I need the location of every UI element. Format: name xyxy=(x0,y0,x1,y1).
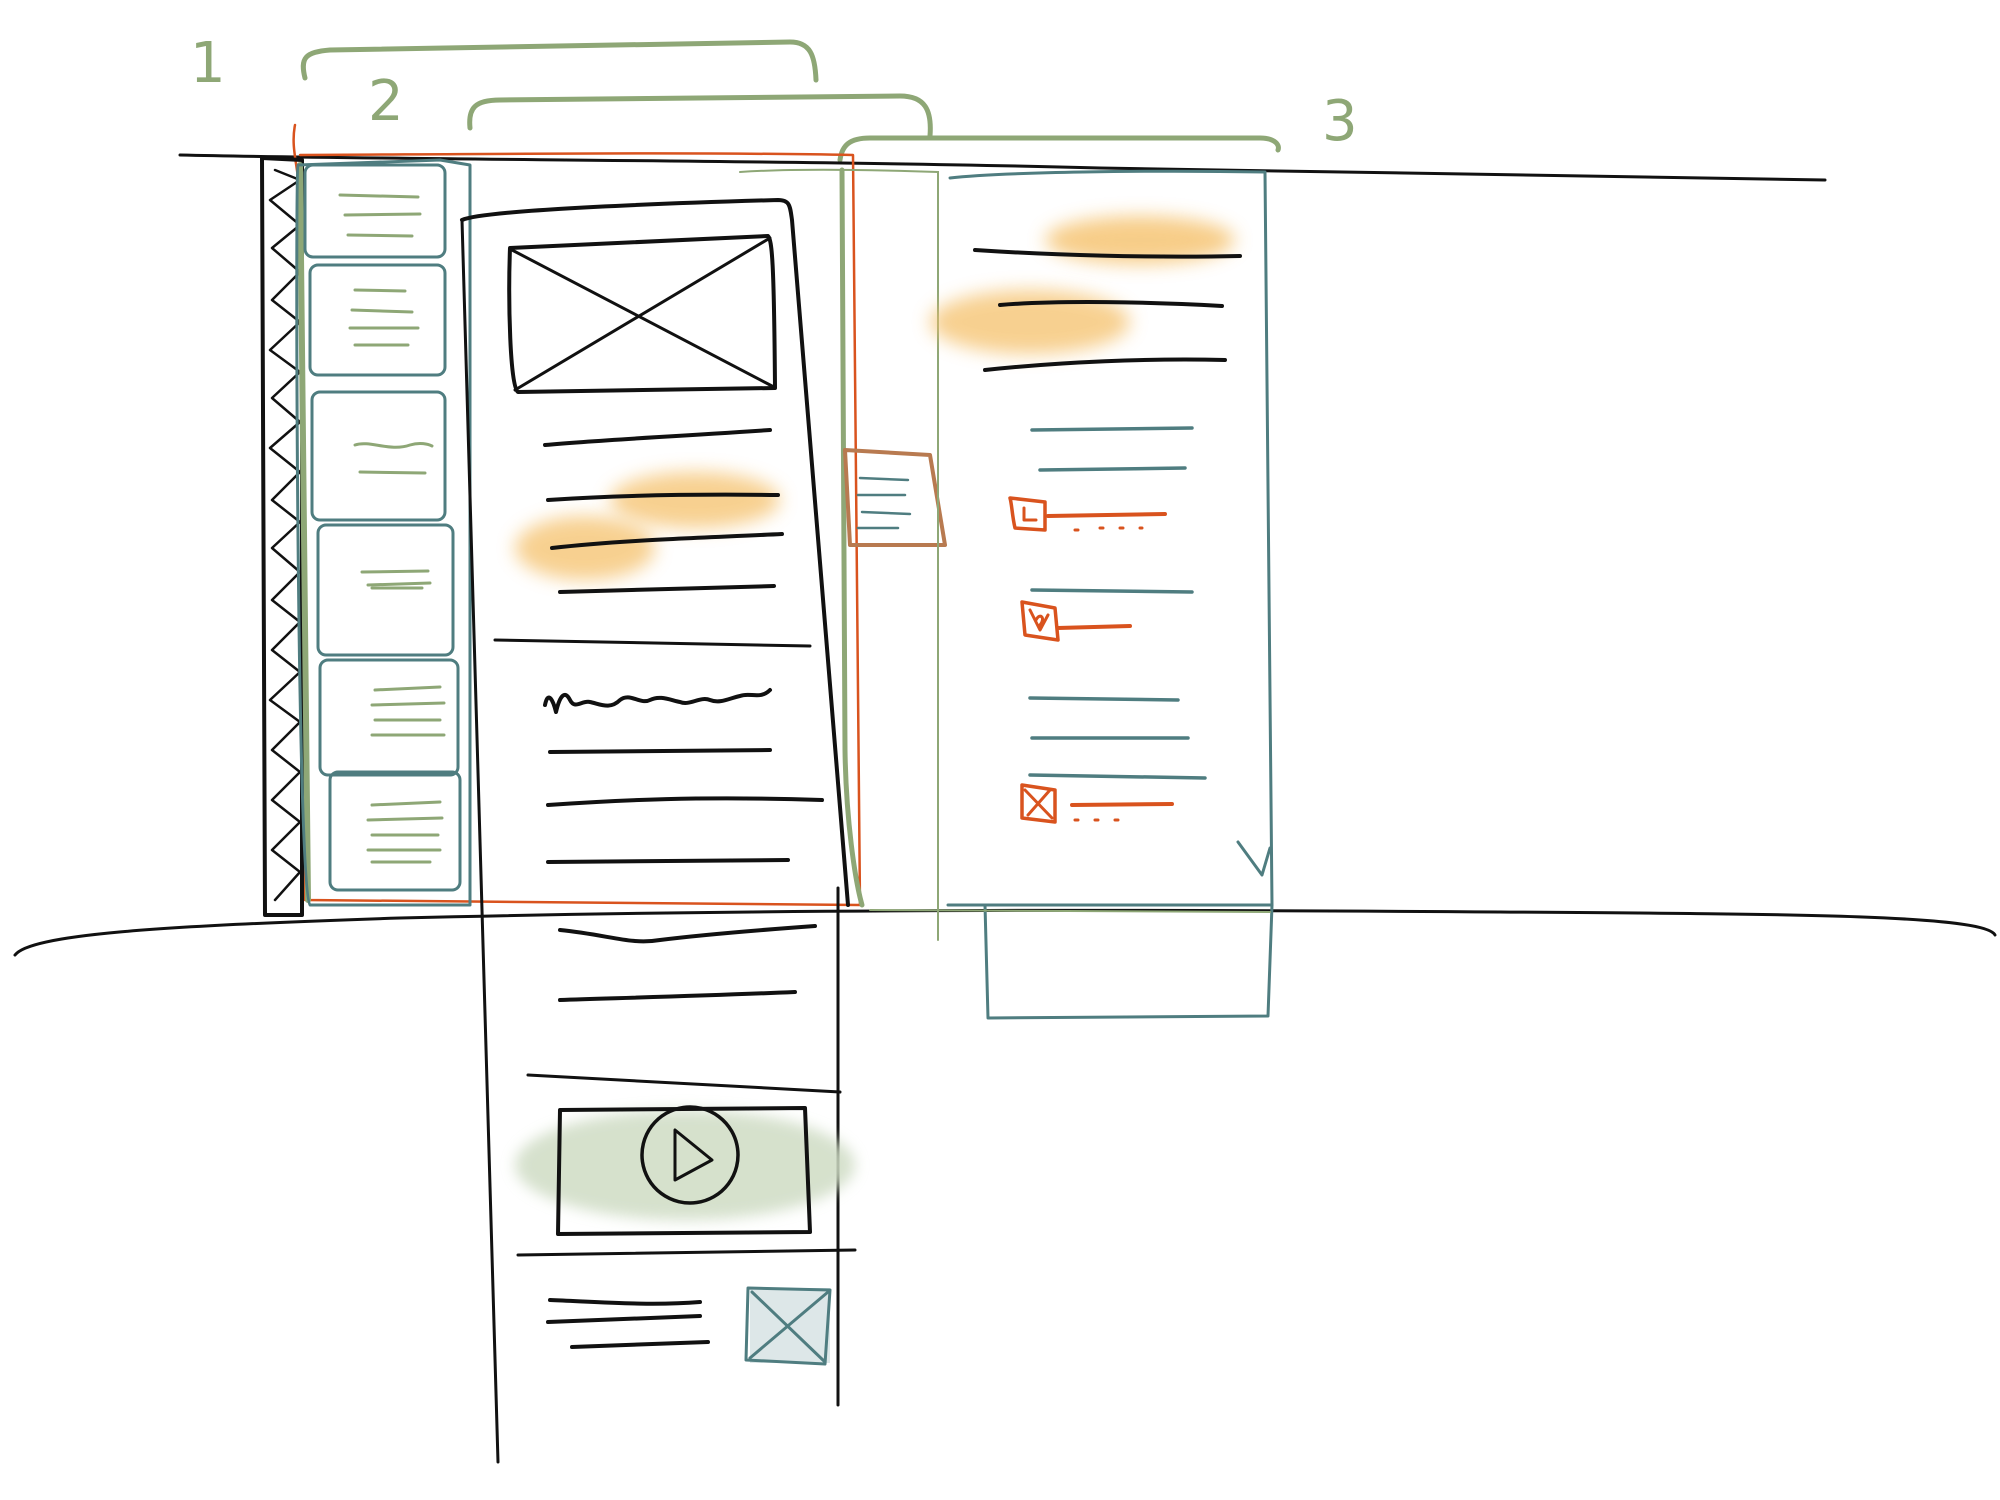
image-placeholder-icon xyxy=(507,234,777,394)
list-card[interactable] xyxy=(316,523,455,657)
section-divider xyxy=(493,638,812,648)
list-card[interactable] xyxy=(310,390,447,522)
detail-text-lines xyxy=(1030,426,1194,472)
list-card[interactable] xyxy=(328,770,462,892)
content-panel xyxy=(460,167,865,1464)
related-item[interactable] xyxy=(546,1286,832,1366)
column-label-2: 2 xyxy=(368,69,404,134)
list-card[interactable] xyxy=(308,263,447,377)
navigation-rail xyxy=(260,156,311,917)
column-label-3: 3 xyxy=(1322,89,1358,154)
squiggle-heading xyxy=(543,688,772,714)
highlight-marks xyxy=(930,216,1235,354)
detail-panel-frame xyxy=(946,169,1274,907)
list-card[interactable] xyxy=(318,658,460,777)
floating-widget[interactable] xyxy=(843,448,947,547)
wireframe-sketch: 1 2 3 xyxy=(0,0,2000,1500)
highlight-marks xyxy=(515,472,780,580)
sketch-canvas: 1 2 3 xyxy=(13,31,1997,1464)
thumbnail-placeholder-icon xyxy=(744,1286,832,1366)
bracket-column-3 xyxy=(837,135,1281,163)
checkbox-icon[interactable] xyxy=(1020,783,1057,824)
checkbox-icon[interactable] xyxy=(1020,600,1060,642)
text-block xyxy=(546,748,824,1002)
bracket-columns-2-3 xyxy=(467,93,933,139)
section-divider xyxy=(516,1248,857,1257)
list-card[interactable] xyxy=(303,163,447,259)
task-item[interactable] xyxy=(1008,496,1167,532)
task-item[interactable] xyxy=(1020,600,1132,642)
column-label-1: 1 xyxy=(190,31,226,96)
content-panel-left-edge xyxy=(460,218,500,1464)
viewport-top-line xyxy=(178,153,1827,182)
detail-panel-overflow xyxy=(983,903,1274,1020)
detail-panel-green-guide xyxy=(739,168,939,941)
column-brackets xyxy=(300,39,1281,163)
scroll-arrow-icon[interactable] xyxy=(1236,840,1272,877)
list-panel xyxy=(295,158,472,907)
task-item[interactable] xyxy=(1020,783,1174,824)
detail-text-lines xyxy=(1028,696,1207,780)
viewport-outline-orange xyxy=(292,123,862,907)
checkbox-icon[interactable] xyxy=(1008,496,1047,532)
viewport-fold-line xyxy=(13,908,1997,957)
video-player[interactable] xyxy=(515,1101,855,1236)
section-divider xyxy=(526,1073,842,1094)
detail-text-lines xyxy=(1030,588,1194,594)
detail-panel xyxy=(739,168,1274,1020)
